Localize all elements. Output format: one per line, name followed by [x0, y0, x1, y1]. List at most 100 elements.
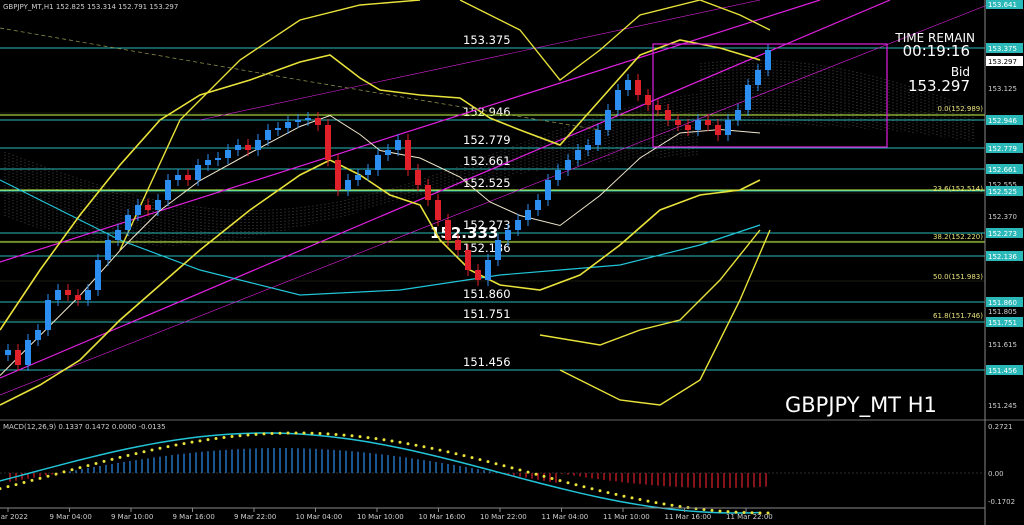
candle-body: [325, 125, 331, 160]
price-axis-label: 152.661: [988, 166, 1017, 174]
macd-signal-dot: [22, 481, 26, 485]
macd-signal-dot: [406, 442, 410, 446]
candle-body: [245, 145, 251, 150]
fib-label: 23.6(152.514): [933, 185, 983, 193]
macd-signal-dot: [670, 503, 674, 507]
candle-body: [635, 80, 641, 95]
macd-label: MACD(12,26,9) 0.1337 0.1472 0.0000 -0.01…: [3, 423, 166, 431]
candle-body: [705, 120, 711, 125]
macd-signal-dot: [494, 462, 498, 466]
price-axis-label: 152.273: [988, 230, 1017, 238]
macd-signal-dot: [222, 435, 226, 439]
macd-signal-dot: [398, 440, 402, 444]
candle-body: [125, 215, 131, 230]
candle-body: [715, 125, 721, 135]
candle-body: [345, 180, 351, 190]
macd-signal-dot: [710, 508, 714, 512]
candle-body: [15, 350, 21, 365]
macd-signal-dot: [54, 472, 58, 476]
candle-body: [495, 240, 501, 260]
candle-body: [695, 120, 701, 130]
macd-signal-dot: [334, 432, 338, 436]
candle-body: [765, 50, 771, 70]
macd-signal-dot: [526, 470, 530, 474]
time-axis-label: 9 Mar 10:00: [111, 513, 153, 521]
candle-body: [505, 230, 511, 240]
candle-body: [435, 200, 441, 220]
candle-body: [465, 250, 471, 270]
candle-body: [545, 180, 551, 200]
candle-body: [355, 175, 361, 180]
candle-body: [145, 205, 151, 210]
price-axis-label: 153.297: [988, 58, 1017, 66]
macd-signal-dot: [550, 477, 554, 481]
candle-body: [205, 160, 211, 165]
candle-body: [235, 145, 241, 150]
macd-signal-dot: [102, 459, 106, 463]
candle-body: [655, 105, 661, 110]
time-axis-label: 8 Mar 2022: [0, 513, 28, 521]
macd-signal-dot: [174, 443, 178, 447]
candle-body: [55, 290, 61, 300]
candle-body: [485, 260, 491, 280]
macd-signal-dot: [302, 431, 306, 435]
macd-signal-dot: [70, 468, 74, 472]
macd-signal-dot: [454, 452, 458, 456]
candle-body: [275, 128, 281, 130]
candle-body: [395, 140, 401, 150]
candle-body: [195, 165, 201, 180]
candle-body: [565, 160, 571, 170]
macd-axis-label: -0.1702: [988, 498, 1015, 506]
candle-body: [535, 200, 541, 210]
macd-signal-dot: [446, 450, 450, 454]
macd-signal-dot: [134, 452, 138, 456]
fib-label: 61.8(151.746): [933, 312, 983, 320]
macd-signal-dot: [598, 489, 602, 493]
macd-signal-dot: [30, 478, 34, 482]
time-axis-label: 11 Mar 04:00: [542, 513, 589, 521]
macd-signal-dot: [94, 461, 98, 465]
candle-body: [45, 300, 51, 330]
candle-body: [135, 205, 141, 215]
time-axis-label: 11 Mar 10:00: [603, 513, 650, 521]
macd-signal-dot: [430, 446, 434, 450]
macd-signal-dot: [590, 487, 594, 491]
macd-signal-dot: [326, 432, 330, 436]
price-axis-label: 152.136: [988, 253, 1017, 261]
candle-body: [155, 200, 161, 210]
time-axis-label: 11 Mar 22:00: [726, 513, 773, 521]
macd-signal-dot: [6, 485, 10, 489]
time-remain-value: 00:19:16: [903, 42, 970, 60]
macd-signal-dot: [654, 501, 658, 505]
candle-body: [65, 290, 71, 295]
macd-signal-dot: [278, 431, 282, 435]
macd-signal-dot: [486, 460, 490, 464]
price-axis-label: 153.641: [988, 1, 1017, 9]
macd-signal-dot: [582, 485, 586, 489]
level-label: 152.661: [463, 154, 511, 168]
level-label: 151.751: [463, 307, 511, 321]
symbol-watermark: GBPJPY_MT H1: [785, 393, 937, 418]
macd-signal-dot: [470, 456, 474, 460]
time-axis-label: 9 Mar 16:00: [173, 513, 215, 521]
price-chart[interactable]: 153.375 152.946 152.779 152.661 152.525 152.2…: [0, 0, 1024, 525]
candle-body: [445, 220, 451, 240]
price-axis-label: 151.245: [988, 402, 1017, 410]
chart-background: [0, 0, 1024, 525]
macd-signal-dot: [78, 466, 82, 470]
level-label: 152.779: [463, 133, 511, 147]
candle-body: [295, 120, 301, 122]
macd-signal-dot: [574, 483, 578, 487]
price-axis-label: 151.805: [988, 308, 1017, 316]
macd-signal-dot: [606, 491, 610, 495]
macd-signal-dot: [374, 437, 378, 441]
time-axis-label: 10 Mar 22:00: [480, 513, 527, 521]
macd-signal-dot: [614, 492, 618, 496]
candle-body: [315, 118, 321, 125]
candle-body: [555, 170, 561, 180]
macd-signal-dot: [318, 432, 322, 436]
macd-signal-dot: [414, 443, 418, 447]
time-axis-label: 10 Mar 16:00: [419, 513, 466, 521]
macd-signal-dot: [662, 502, 666, 506]
time-axis-label: 10 Mar 04:00: [296, 513, 343, 521]
